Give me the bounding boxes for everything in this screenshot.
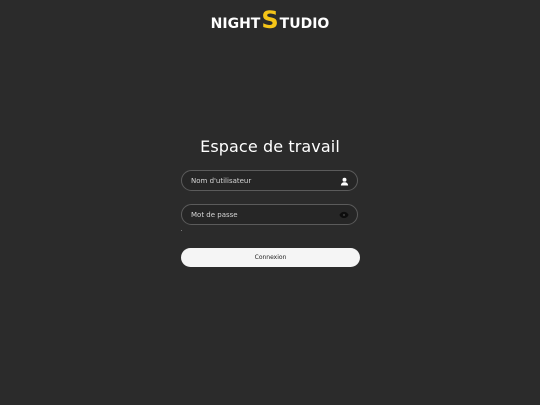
logo-text-tudio: TUDIO — [279, 16, 330, 32]
user-icon — [338, 175, 350, 187]
eye-icon[interactable] — [338, 209, 350, 221]
password-input[interactable] — [191, 205, 331, 224]
divider-dot — [181, 230, 182, 231]
logo-text-night: NIGHT — [210, 16, 261, 32]
logo-accent-letter: S — [261, 6, 279, 34]
brand-logo: NIGHTSTUDIO — [0, 6, 540, 34]
username-input[interactable] — [191, 171, 331, 190]
page-title: Espace de travail — [200, 137, 340, 156]
password-field[interactable] — [181, 204, 358, 225]
username-field[interactable] — [181, 170, 358, 191]
login-button[interactable]: Connexion — [181, 248, 360, 267]
